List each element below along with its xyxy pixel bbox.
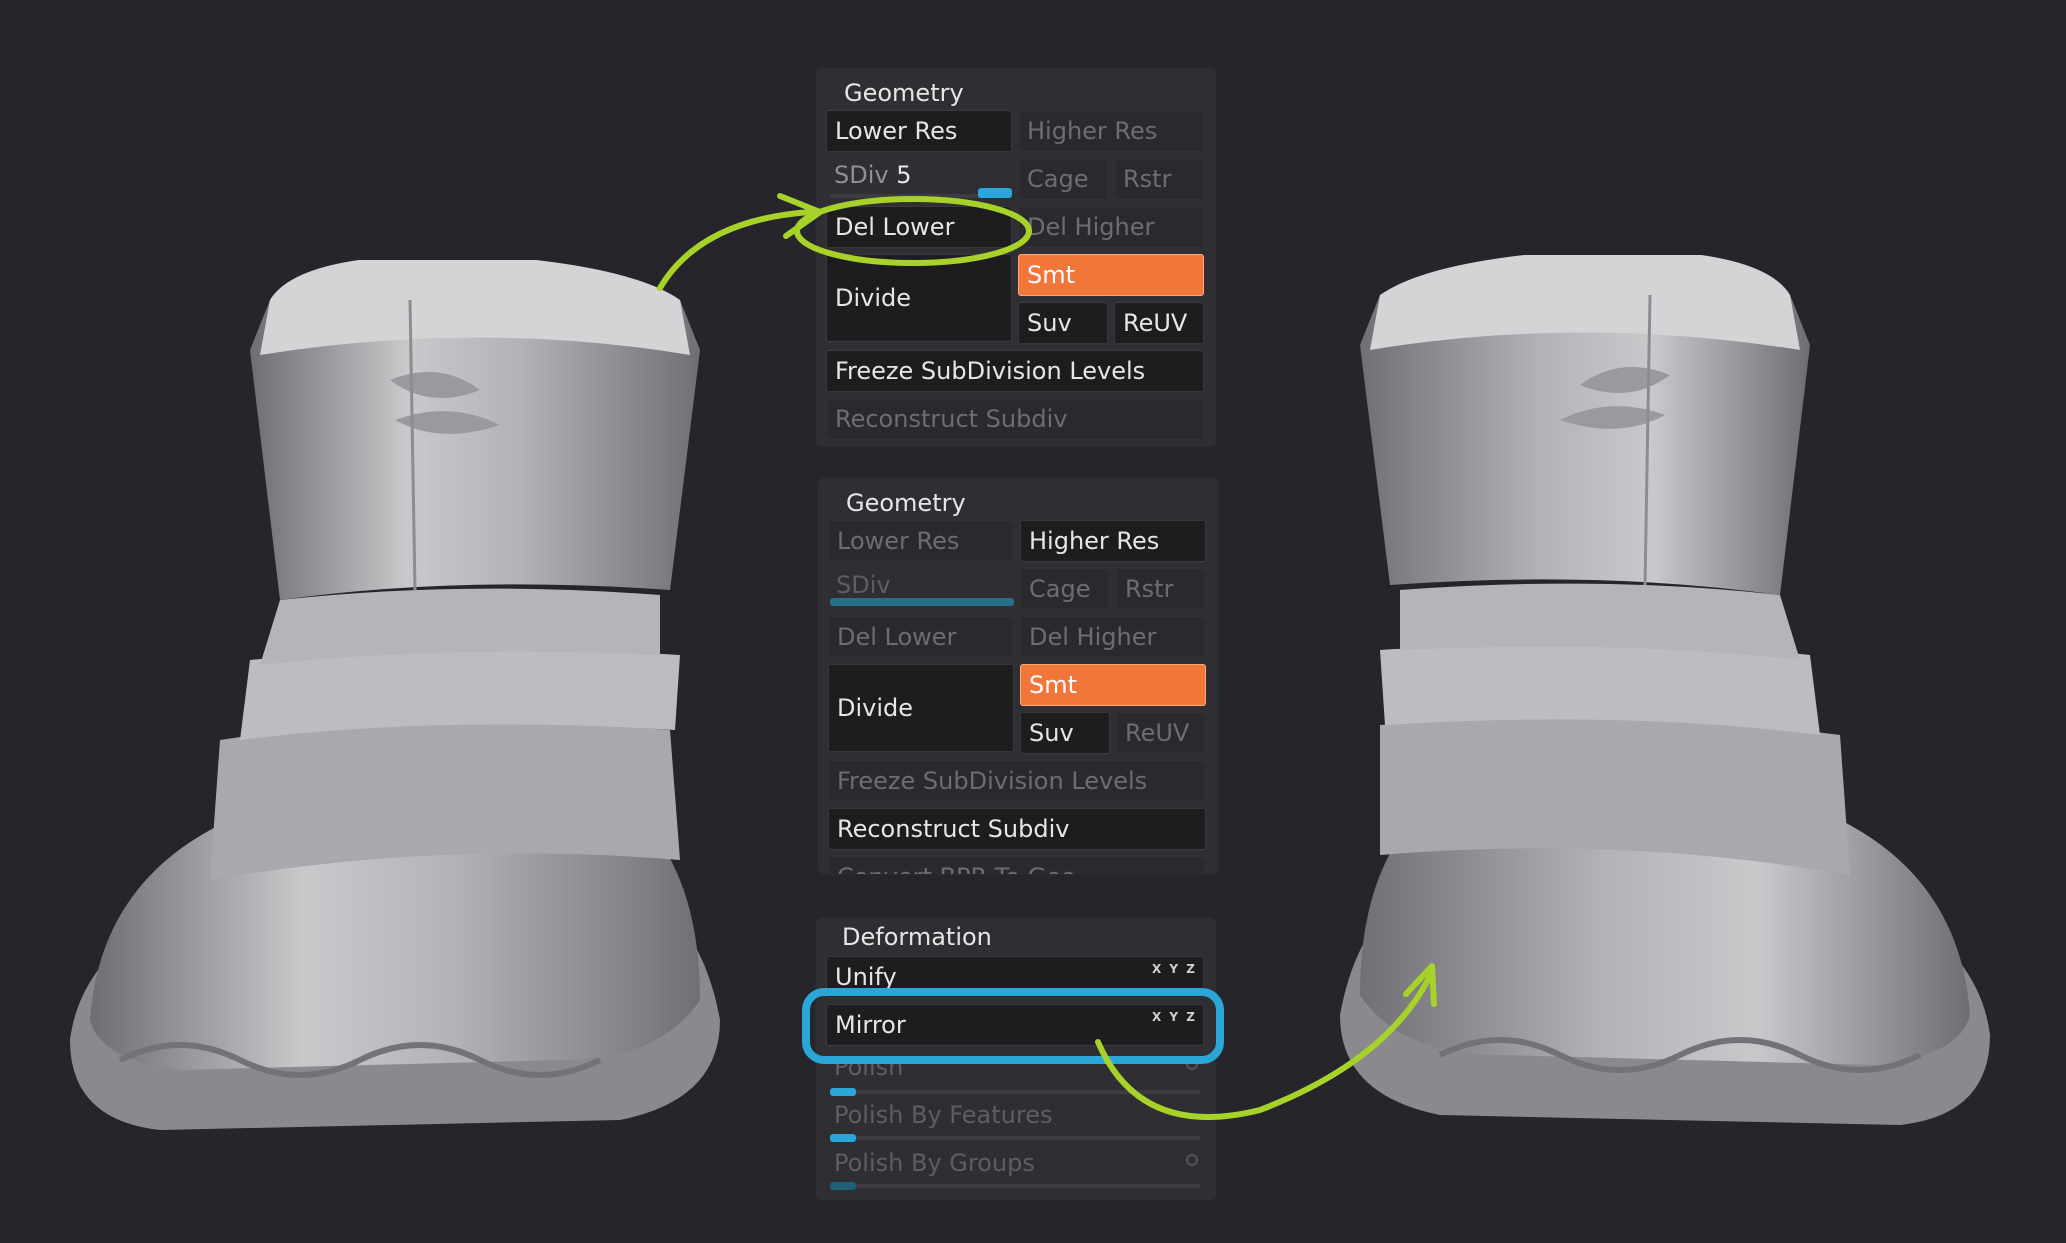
unify-label: Unify — [835, 963, 897, 991]
green-arrow-head — [777, 193, 823, 239]
sdiv-slider-label[interactable]: SDiv 5 — [834, 160, 912, 190]
reconstruct-subdiv-button[interactable]: Reconstruct Subdiv — [826, 398, 1204, 440]
del-higher-button[interactable]: Del Higher — [1020, 616, 1206, 658]
freeze-subdivision-button[interactable]: Freeze SubDivision Levels — [828, 760, 1206, 802]
convert-bpr-to-geo-button[interactable]: Convert BPR To Geo — [828, 856, 1206, 874]
higher-res-button[interactable]: Higher Res — [1020, 520, 1206, 562]
rstr-button[interactable]: Rstr — [1114, 158, 1204, 200]
del-lower-button[interactable]: Del Lower — [826, 206, 1012, 248]
polish-groups-slider[interactable] — [830, 1184, 1200, 1188]
unify-button[interactable]: Unify X Y Z — [826, 956, 1204, 998]
sdiv-value: 5 — [896, 161, 912, 189]
polish-features-slider[interactable] — [830, 1136, 1200, 1140]
cage-button[interactable]: Cage — [1020, 568, 1110, 610]
rstr-button[interactable]: Rstr — [1116, 568, 1206, 610]
polish-label[interactable]: Polish — [834, 1052, 903, 1082]
deformation-panel: Deformation Unify X Y Z Mirror X Y Z Pol… — [816, 918, 1216, 1200]
geometry-panel-bottom: Geometry Lower Res Higher Res SDiv Cage … — [818, 478, 1218, 874]
polish-groups-slider-thumb[interactable] — [830, 1182, 856, 1190]
del-higher-button[interactable]: Del Higher — [1018, 206, 1204, 248]
xyz-axis-selector[interactable]: X Y Z — [1152, 1005, 1197, 1037]
lower-res-button[interactable]: Lower Res — [826, 110, 1012, 152]
divide-button[interactable]: Divide — [826, 254, 1012, 342]
freeze-subdivision-button[interactable]: Freeze SubDivision Levels — [826, 350, 1204, 392]
polish-slider[interactable] — [830, 1090, 1200, 1094]
smt-toggle[interactable]: Smt — [1018, 254, 1204, 296]
polish-by-features-label[interactable]: Polish By Features — [834, 1100, 1052, 1130]
boot-model-right — [1340, 255, 1990, 1125]
panel-title: Deformation — [842, 923, 992, 951]
geometry-panel-top: Geometry Lower Res Higher Res SDiv 5 Cag… — [816, 68, 1216, 446]
mirror-label: Mirror — [835, 1011, 906, 1039]
panel-title: Geometry — [846, 489, 966, 517]
xyz-axis-selector[interactable]: X Y Z — [1152, 957, 1197, 989]
sdiv-slider-fill[interactable] — [830, 598, 1014, 606]
polish-features-slider-thumb[interactable] — [830, 1134, 856, 1142]
polish-toggle-icon[interactable] — [1186, 1058, 1198, 1070]
divide-button[interactable]: Divide — [828, 664, 1014, 752]
suv-toggle[interactable]: Suv — [1018, 302, 1108, 344]
reuv-button[interactable]: ReUV — [1114, 302, 1204, 344]
lower-res-button[interactable]: Lower Res — [828, 520, 1014, 562]
del-lower-button[interactable]: Del Lower — [828, 616, 1014, 658]
polish-slider-thumb[interactable] — [830, 1088, 856, 1096]
boot-model-left — [70, 260, 720, 1130]
reconstruct-subdiv-button[interactable]: Reconstruct Subdiv — [828, 808, 1206, 850]
panel-title: Geometry — [844, 79, 964, 107]
suv-toggle[interactable]: Suv — [1020, 712, 1110, 754]
sdiv-label[interactable]: SDiv — [836, 570, 891, 600]
polish-groups-toggle-icon[interactable] — [1186, 1154, 1198, 1166]
polish-by-groups-label[interactable]: Polish By Groups — [834, 1148, 1035, 1178]
cage-button[interactable]: Cage — [1018, 158, 1108, 200]
reuv-button[interactable]: ReUV — [1116, 712, 1206, 754]
sdiv-slider-thumb[interactable] — [978, 188, 1012, 198]
sdiv-label: SDiv — [834, 161, 889, 189]
mirror-button[interactable]: Mirror X Y Z — [826, 1004, 1204, 1046]
smt-toggle[interactable]: Smt — [1020, 664, 1206, 706]
higher-res-button[interactable]: Higher Res — [1018, 110, 1204, 152]
